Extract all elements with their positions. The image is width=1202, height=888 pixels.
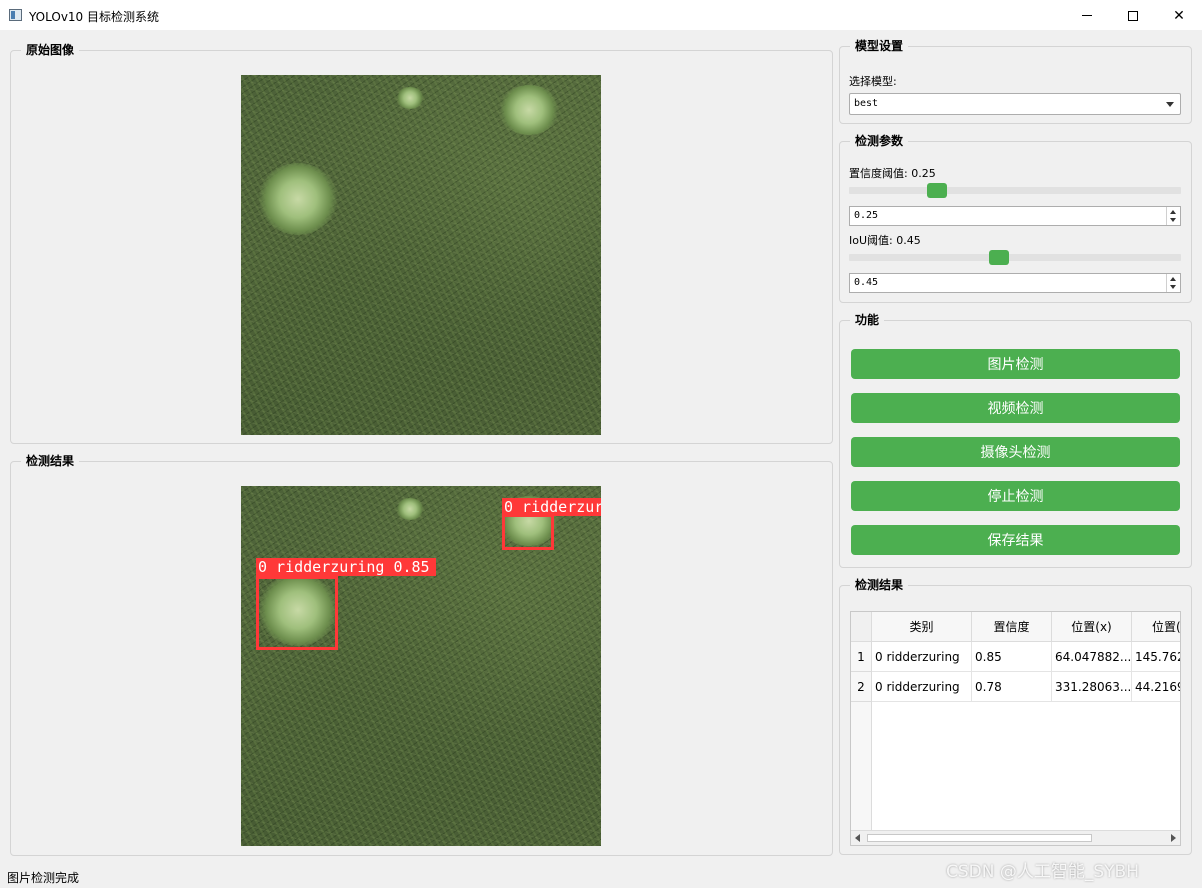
app-icon bbox=[9, 9, 22, 21]
stop-detect-button[interactable]: 停止检测 bbox=[851, 481, 1180, 511]
weed-plant bbox=[259, 163, 337, 235]
window-title: YOLOv10 目标检测系统 bbox=[29, 10, 160, 24]
confidence-stepper[interactable] bbox=[1166, 207, 1180, 225]
column-header-x[interactable]: 位置(x) bbox=[1052, 612, 1132, 642]
row-header[interactable]: 2 bbox=[851, 672, 872, 702]
detection-result-title: 检测结果 bbox=[21, 453, 80, 469]
weed-plant bbox=[396, 498, 424, 520]
results-table-title: 检测结果 bbox=[850, 577, 909, 593]
results-table[interactable]: 类别 置信度 位置(x) 位置(y) 1 0 ridderzuring 0.85… bbox=[850, 611, 1181, 846]
iou-spinbox[interactable]: 0.45 bbox=[849, 273, 1181, 293]
table-cell-confidence[interactable]: 0.85 bbox=[972, 642, 1052, 672]
maximize-icon bbox=[1128, 10, 1138, 21]
table-cell-class[interactable]: 0 ridderzuring bbox=[872, 642, 972, 672]
confidence-value: 0.25 bbox=[854, 210, 879, 221]
original-image bbox=[241, 75, 601, 435]
scrollbar-thumb[interactable] bbox=[867, 834, 1092, 842]
table-cell-class[interactable]: 0 ridderzuring bbox=[872, 672, 972, 702]
arrow-down-icon[interactable] bbox=[1170, 218, 1176, 222]
weed-plant bbox=[499, 85, 559, 135]
save-results-button[interactable]: 保存结果 bbox=[851, 525, 1180, 555]
detection-params-title: 检测参数 bbox=[850, 133, 909, 149]
video-detect-button[interactable]: 视频检测 bbox=[851, 393, 1180, 423]
watermark: CSDN @人工智能_SYBH bbox=[946, 862, 1139, 882]
table-cell-y[interactable]: 44.2169 bbox=[1132, 672, 1180, 702]
iou-stepper[interactable] bbox=[1166, 274, 1180, 292]
arrow-up-icon[interactable] bbox=[1170, 210, 1176, 214]
select-model-label: 选择模型: bbox=[849, 75, 897, 88]
minimize-icon bbox=[1082, 15, 1092, 16]
table-cell-x[interactable]: 331.28063... bbox=[1052, 672, 1132, 702]
table-cell-y[interactable]: 145.7626 bbox=[1132, 642, 1180, 672]
column-header-class[interactable]: 类别 bbox=[872, 612, 972, 642]
table-cell-confidence[interactable]: 0.78 bbox=[972, 672, 1052, 702]
weed-plant bbox=[396, 87, 424, 109]
model-select-value: best bbox=[854, 98, 879, 109]
iou-slider[interactable] bbox=[849, 254, 1181, 261]
functions-title: 功能 bbox=[850, 312, 885, 328]
detection-box bbox=[256, 576, 338, 650]
row-header-empty bbox=[851, 702, 872, 832]
confidence-label: 置信度阈值: 0.25 bbox=[849, 167, 936, 180]
iou-slider-handle[interactable] bbox=[989, 250, 1010, 265]
arrow-down-icon[interactable] bbox=[1170, 285, 1176, 289]
detection-label: 0 ridderzuring 0.78 bbox=[502, 498, 601, 516]
original-image-group: 原始图像 bbox=[10, 42, 833, 444]
column-header-confidence[interactable]: 置信度 bbox=[972, 612, 1052, 642]
model-select[interactable]: best bbox=[849, 93, 1181, 115]
iou-label: IoU阈值: 0.45 bbox=[849, 234, 921, 247]
detection-result-group: 检测结果 0 ridderzuring 0.85 0 ridderzuring … bbox=[10, 453, 833, 856]
camera-detect-button[interactable]: 摄像头检测 bbox=[851, 437, 1180, 467]
chevron-down-icon bbox=[1166, 102, 1174, 107]
table-corner[interactable] bbox=[851, 612, 872, 642]
result-image: 0 ridderzuring 0.85 0 ridderzuring 0.78 bbox=[241, 486, 601, 846]
table-cell-x[interactable]: 64.047882... bbox=[1052, 642, 1132, 672]
original-image-title: 原始图像 bbox=[21, 42, 80, 58]
scroll-left-icon[interactable] bbox=[855, 834, 860, 842]
confidence-slider[interactable] bbox=[849, 187, 1181, 194]
confidence-slider-handle[interactable] bbox=[927, 183, 947, 198]
image-detect-button[interactable]: 图片检测 bbox=[851, 349, 1180, 379]
horizontal-scrollbar[interactable] bbox=[851, 830, 1180, 845]
detection-label: 0 ridderzuring 0.85 bbox=[256, 558, 436, 576]
model-settings-title: 模型设置 bbox=[850, 38, 909, 54]
maximize-button[interactable] bbox=[1110, 0, 1156, 31]
scroll-right-icon[interactable] bbox=[1171, 834, 1176, 842]
iou-value: 0.45 bbox=[854, 277, 879, 288]
close-icon: ✕ bbox=[1173, 7, 1185, 24]
title-bar: YOLOv10 目标检测系统 ✕ bbox=[0, 0, 1202, 31]
close-button[interactable]: ✕ bbox=[1156, 0, 1202, 31]
arrow-up-icon[interactable] bbox=[1170, 277, 1176, 281]
detection-box bbox=[502, 514, 554, 550]
column-header-y[interactable]: 位置(y) bbox=[1132, 612, 1180, 642]
confidence-spinbox[interactable]: 0.25 bbox=[849, 206, 1181, 226]
minimize-button[interactable] bbox=[1064, 0, 1110, 31]
status-bar: 图片检测完成 bbox=[7, 871, 80, 885]
row-header[interactable]: 1 bbox=[851, 642, 872, 672]
